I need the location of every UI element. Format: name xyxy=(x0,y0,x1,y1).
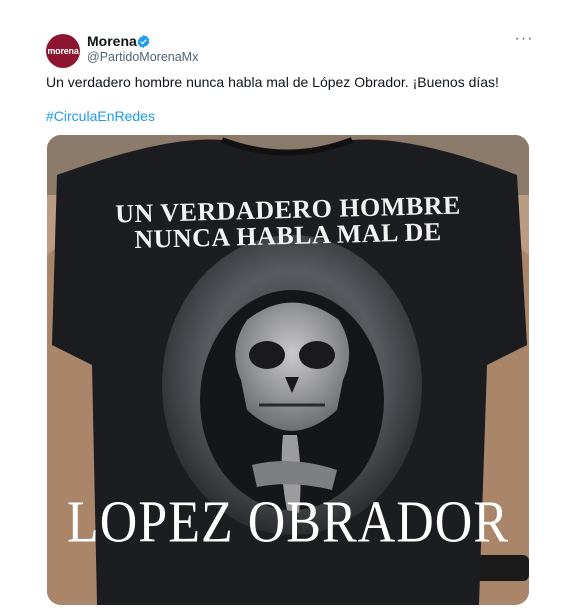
avatar[interactable]: morena xyxy=(46,34,80,68)
hashtag-link[interactable]: #CirculaEnRedes xyxy=(46,108,155,124)
author-handle[interactable]: @PartidoMorenaMx xyxy=(87,50,198,64)
more-options-button[interactable]: ··· xyxy=(513,30,535,48)
tweet-card: morena Morena @PartidoMorenaMx ··· Un ve… xyxy=(0,0,566,613)
tweet-media-image[interactable]: UN VERDADERO HOMBRE NUNCA HABLA MAL DE L… xyxy=(47,135,529,605)
tweet-text: Un verdadero hombre nunca habla mal de L… xyxy=(46,74,499,90)
author-display-name[interactable]: Morena xyxy=(87,33,137,49)
more-horizontal-icon: ··· xyxy=(514,30,534,47)
avatar-logo-text: morena xyxy=(47,46,79,56)
verified-badge-icon xyxy=(137,34,150,49)
shirt-text-bottom: LOPEZ OBRADOR xyxy=(66,489,510,556)
